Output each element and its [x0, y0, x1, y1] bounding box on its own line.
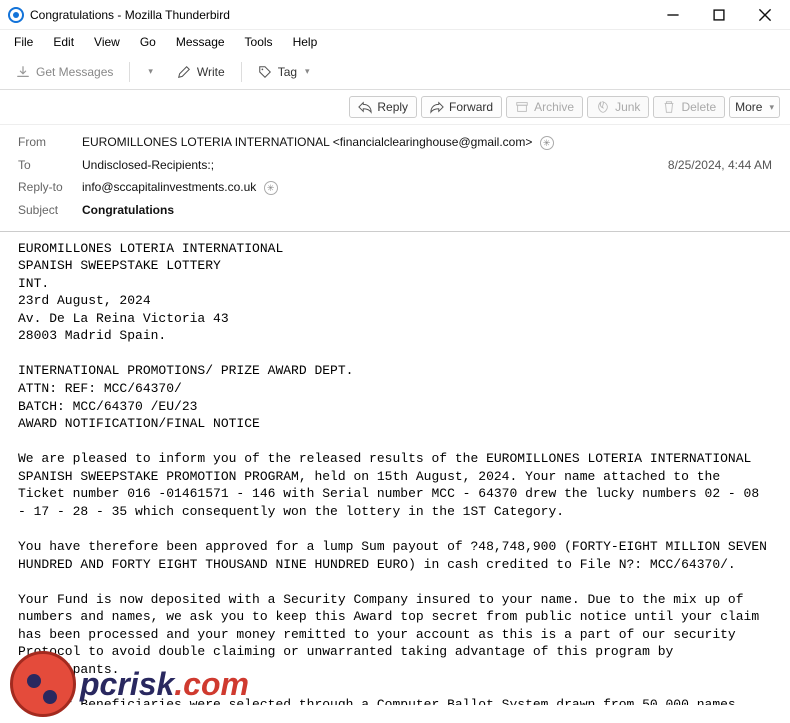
header-subject-row: Subject Congratulations — [18, 199, 772, 221]
message-body[interactable]: EUROMILLONES LOTERIA INTERNATIONAL SPANI… — [0, 232, 774, 705]
to-label: To — [18, 158, 82, 172]
replyto-label: Reply-to — [18, 180, 82, 194]
junk-label: Junk — [615, 100, 640, 114]
from-label: From — [18, 135, 82, 149]
more-label: More — [735, 100, 762, 114]
trash-icon — [662, 100, 676, 114]
flame-icon — [596, 100, 610, 114]
get-messages-dropdown[interactable]: ▾ — [138, 62, 161, 81]
write-button[interactable]: Write — [169, 61, 233, 83]
message-date: 8/25/2024, 4:44 AM — [648, 158, 772, 172]
menu-file[interactable]: File — [6, 33, 41, 51]
window-titlebar: Congratulations - Mozilla Thunderbird — [0, 0, 790, 30]
tag-label: Tag — [278, 65, 297, 79]
toolbar-separator — [129, 62, 130, 82]
message-headers: From EUROMILLONES LOTERIA INTERNATIONAL … — [0, 125, 790, 232]
delete-label: Delete — [681, 100, 716, 114]
write-label: Write — [197, 65, 225, 79]
archive-button[interactable]: Archive — [506, 96, 583, 118]
menu-message[interactable]: Message — [168, 33, 233, 51]
chevron-down-icon: ▾ — [148, 66, 153, 77]
chevron-down-icon: ▾ — [769, 102, 774, 113]
subject-value: Congratulations — [82, 203, 772, 217]
delete-button[interactable]: Delete — [653, 96, 725, 118]
close-button[interactable] — [742, 0, 788, 30]
download-icon — [16, 65, 30, 79]
menu-view[interactable]: View — [86, 33, 128, 51]
menubar: File Edit View Go Message Tools Help — [0, 30, 790, 54]
window-title: Congratulations - Mozilla Thunderbird — [30, 8, 230, 22]
get-messages-button[interactable]: Get Messages — [8, 61, 121, 83]
forward-button[interactable]: Forward — [421, 96, 502, 118]
message-action-bar: Reply Forward Archive Junk Delete More ▾ — [0, 90, 790, 125]
menu-go[interactable]: Go — [132, 33, 164, 51]
tag-icon — [258, 65, 272, 79]
more-button[interactable]: More ▾ — [729, 96, 780, 118]
scam-badge-icon[interactable]: ✳ — [540, 136, 554, 150]
forward-label: Forward — [449, 100, 493, 114]
tag-button[interactable]: Tag ▾ — [250, 61, 318, 83]
subject-label: Subject — [18, 203, 82, 217]
minimize-button[interactable] — [650, 0, 696, 30]
forward-icon — [430, 100, 444, 114]
menu-edit[interactable]: Edit — [45, 33, 82, 51]
message-body-container: EUROMILLONES LOTERIA INTERNATIONAL SPANI… — [0, 232, 790, 705]
from-value: EUROMILLONES LOTERIA INTERNATIONAL <fina… — [82, 135, 772, 150]
reply-icon — [358, 100, 372, 114]
scam-badge-icon[interactable]: ✳ — [264, 181, 278, 195]
thunderbird-icon — [8, 7, 24, 23]
reply-button[interactable]: Reply — [349, 96, 417, 118]
menu-tools[interactable]: Tools — [237, 33, 281, 51]
replyto-value: info@sccapitalinvestments.co.uk ✳ — [82, 180, 772, 195]
maximize-button[interactable] — [696, 0, 742, 30]
header-replyto-row: Reply-to info@sccapitalinvestments.co.uk… — [18, 176, 772, 199]
main-toolbar: Get Messages ▾ Write Tag ▾ — [0, 54, 790, 90]
pencil-icon — [177, 65, 191, 79]
chevron-down-icon: ▾ — [305, 66, 310, 77]
archive-label: Archive — [534, 100, 574, 114]
junk-button[interactable]: Junk — [587, 96, 649, 118]
to-value: Undisclosed-Recipients:; — [82, 158, 648, 172]
archive-icon — [515, 100, 529, 114]
toolbar-separator — [241, 62, 242, 82]
header-from-row: From EUROMILLONES LOTERIA INTERNATIONAL … — [18, 131, 772, 154]
header-to-row: To Undisclosed-Recipients:; 8/25/2024, 4… — [18, 154, 772, 176]
get-messages-label: Get Messages — [36, 65, 113, 79]
menu-help[interactable]: Help — [285, 33, 326, 51]
reply-label: Reply — [377, 100, 408, 114]
